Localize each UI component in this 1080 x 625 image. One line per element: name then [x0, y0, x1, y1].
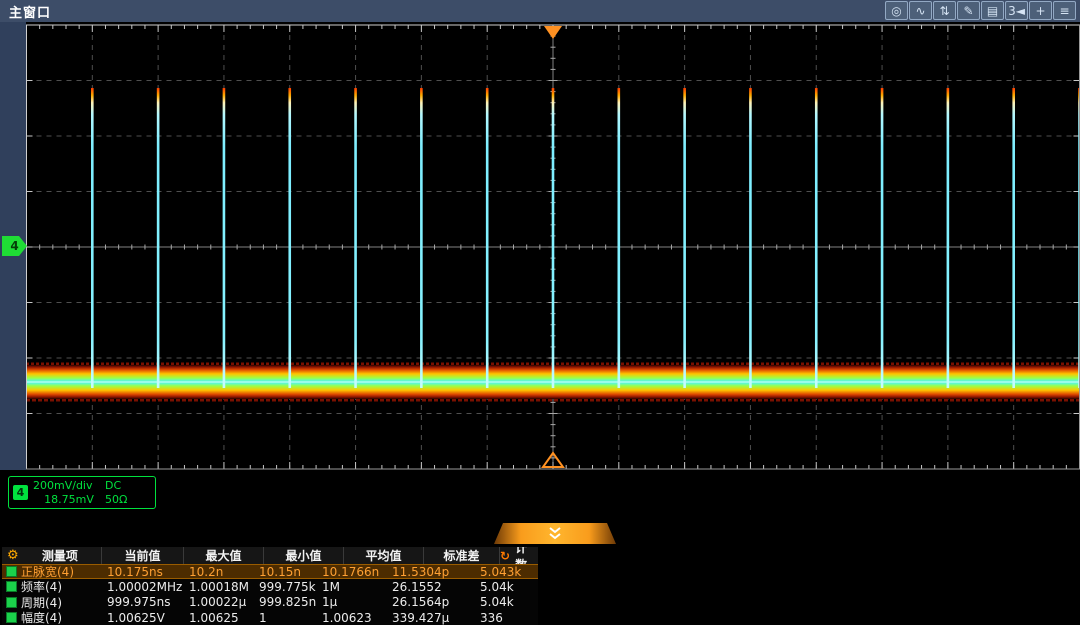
header-max: 最大值 — [184, 547, 264, 564]
header-mean: 平均值 — [344, 547, 424, 564]
measure-mean: 1µ — [317, 595, 387, 609]
title-bar: 主窗口 ◎ ∿ ⇅ ✎ ▤ 3◄ + ≡ — [0, 0, 1080, 23]
annotate-icon[interactable]: ✎ — [957, 1, 980, 20]
measure-count: 5.04k — [475, 580, 538, 594]
toolbar-icons: ◎ ∿ ⇅ ✎ ▤ 3◄ + ≡ — [885, 1, 1076, 20]
oscilloscope-app: 主窗口 ◎ ∿ ⇅ ✎ ▤ 3◄ + ≡ 4 4 200mV/div DC 18… — [0, 0, 1080, 625]
measurement-table: ⚙ 测量项 当前值 最大值 最小值 平均值 标准差 ↻ 计数 正脉宽(4) 10… — [2, 547, 538, 625]
measure-count: 336 — [475, 611, 538, 625]
screenshot-icon[interactable]: ◎ — [885, 1, 908, 20]
measure-stddev: 26.1564p — [387, 595, 475, 609]
measure-stddev: 339.427µ — [387, 611, 475, 625]
menu-icon[interactable]: ≡ — [1053, 1, 1076, 20]
measure-channel-icon — [6, 597, 17, 608]
trigger-position-marker — [544, 26, 562, 39]
channel-coupling: DC — [105, 479, 155, 493]
refresh-icon[interactable]: ↻ — [500, 549, 510, 563]
measure-max: 1.00625 — [184, 611, 254, 625]
double-chevron-down-icon — [547, 527, 563, 540]
measure-stddev: 26.1552 — [387, 580, 475, 594]
measure-mean: 1M — [317, 580, 387, 594]
table-row[interactable]: 幅度(4) 1.00625V 1.00625 1 1.00623 339.427… — [2, 610, 538, 625]
measure-name: 幅度(4) — [21, 609, 62, 625]
collapse-panel-icon[interactable]: 3◄ — [1005, 1, 1028, 20]
measure-channel-icon — [6, 581, 17, 592]
window-title: 主窗口 — [0, 2, 51, 21]
channel-scale: 200mV/div — [33, 479, 105, 493]
waveform-display[interactable] — [26, 22, 1080, 470]
measure-max: 1.00018M — [184, 580, 254, 594]
measure-current: 1.00002MHz — [102, 580, 184, 594]
table-row[interactable]: 频率(4) 1.00002MHz 1.00018M 999.775k 1M 26… — [2, 579, 538, 594]
channel4-badge: 4 — [13, 485, 28, 500]
header-current: 当前值 — [102, 547, 184, 564]
measure-min: 1 — [254, 611, 317, 625]
measure-panel-collapse-handle[interactable] — [494, 523, 616, 544]
measure-count: 5.043k — [475, 565, 538, 579]
measure-current: 999.975ns — [102, 595, 184, 609]
measure-current: 10.175ns — [102, 565, 184, 579]
measure-min: 999.775k — [254, 580, 317, 594]
measure-channel-icon — [6, 566, 17, 577]
waveform-icon[interactable]: ∿ — [909, 1, 932, 20]
measure-max: 10.2n — [184, 565, 254, 579]
channel-offset: 18.75mV — [33, 493, 105, 507]
header-item: 测量项 — [33, 547, 87, 564]
measure-mean: 1.00623 — [317, 611, 387, 625]
table-row[interactable]: 正脉宽(4) 10.175ns 10.2n 10.15n 10.1766n 11… — [2, 564, 538, 579]
measure-max: 1.00022µ — [184, 595, 254, 609]
channel-impedance: 50Ω — [105, 493, 155, 507]
measure-current: 1.00625V — [102, 611, 184, 625]
measure-mean: 10.1766n — [317, 565, 387, 579]
channel4-info-box[interactable]: 4 200mV/div DC 18.75mV 50Ω — [8, 476, 156, 509]
header-count: 计数 — [515, 547, 538, 564]
measure-channel-icon — [6, 612, 17, 623]
measure-stddev: 11.5304p — [387, 565, 475, 579]
measure-min: 10.15n — [254, 565, 317, 579]
header-min: 最小值 — [264, 547, 344, 564]
sort-updown-icon[interactable]: ⇅ — [933, 1, 956, 20]
measurement-table-header: ⚙ 测量项 当前值 最大值 最小值 平均值 标准差 ↻ 计数 — [2, 547, 538, 564]
measure-min: 999.825n — [254, 595, 317, 609]
header-stddev: 标准差 — [424, 547, 500, 564]
table-row[interactable]: 周期(4) 999.975ns 1.00022µ 999.825n 1µ 26.… — [2, 595, 538, 610]
measure-count: 5.04k — [475, 595, 538, 609]
histogram-icon[interactable]: ▤ — [981, 1, 1004, 20]
gear-icon[interactable]: ⚙ — [7, 548, 19, 563]
waveform-canvas — [26, 22, 1080, 470]
plus-icon[interactable]: + — [1029, 1, 1052, 20]
